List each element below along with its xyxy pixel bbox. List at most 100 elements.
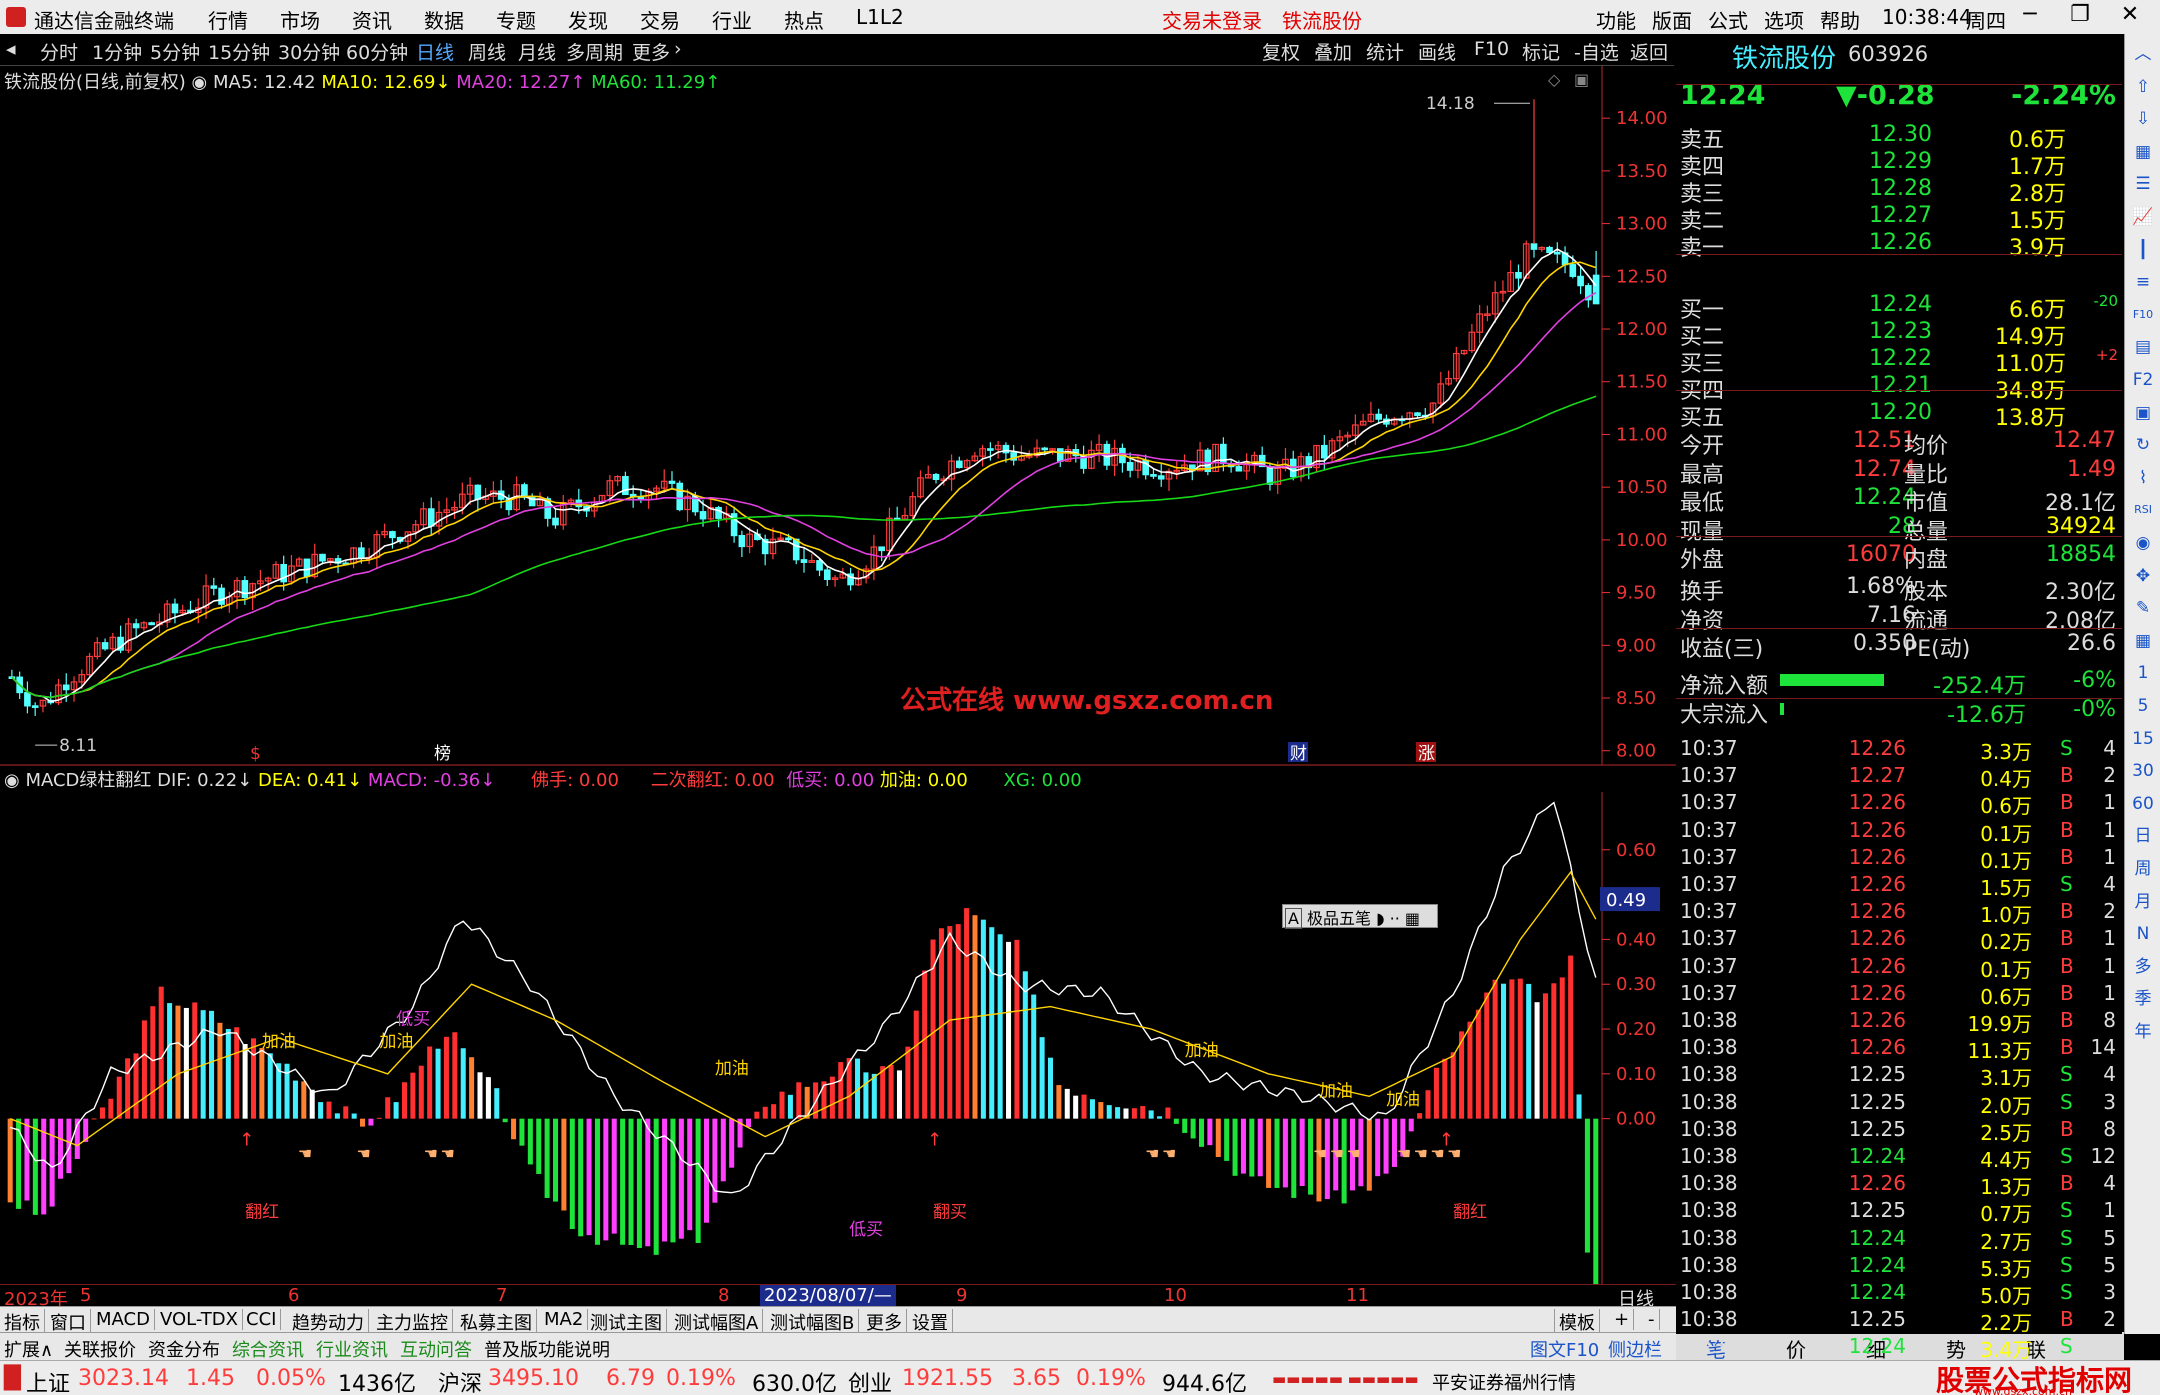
menu-item[interactable]: 行情 [208, 5, 248, 34]
period-27-button[interactable]: N [2131, 922, 2155, 946]
menu-item[interactable]: 资讯 [352, 5, 392, 34]
macd-chart[interactable]: 0.600.400.300.200.100.000.49低买加油 加油加油加油加油… [0, 792, 1676, 1284]
info-tab[interactable]: 普及版功能说明 [480, 1336, 614, 1362]
order-book-sell-row[interactable]: 卖四 12.29 1.7万 [1676, 149, 2122, 180]
info-tab[interactable]: 关联报价 [60, 1336, 140, 1362]
period-30-button[interactable]: 年 [2131, 1020, 2155, 1044]
info-tab[interactable]: 资金分布 [144, 1336, 224, 1362]
period-21-button[interactable]: 15 [2131, 727, 2155, 751]
up-icon[interactable]: ⇧ [2131, 75, 2155, 99]
indicator-tab[interactable]: CCI [242, 1309, 282, 1330]
menu-item[interactable]: 版面 [1652, 5, 1692, 34]
period-tab[interactable]: 15分钟 [208, 38, 270, 65]
menu-item[interactable]: 市场 [280, 5, 320, 34]
chevron-up-icon[interactable]: ︿ [2131, 42, 2155, 66]
order-book-sell-row[interactable]: 卖五 12.30 0.6万 [1676, 122, 2122, 153]
settings-icon[interactable]: ◉ [4, 770, 20, 791]
collapse-icon[interactable]: ◂ [6, 38, 16, 60]
list-icon[interactable]: ☰ [2131, 172, 2155, 196]
period-26-button[interactable]: 月 [2131, 890, 2155, 914]
menu-item[interactable]: 专题 [496, 5, 536, 34]
candle-icon[interactable]: ┃ [2131, 238, 2155, 262]
minimize-icon[interactable]: ─ [2010, 2, 2050, 27]
period-tab-more[interactable]: 更多 [632, 38, 670, 65]
info-tab[interactable]: 扩展∧ [0, 1336, 57, 1362]
menu-item[interactable]: 发现 [568, 5, 608, 34]
f10-link[interactable]: 图文F10 [1526, 1336, 1603, 1362]
order-book-buy-row[interactable]: 买一 12.24 6.6万 -20 [1676, 292, 2122, 323]
cube-icon[interactable]: ▣ [2131, 401, 2155, 425]
grid-icon[interactable]: ▦ [2131, 140, 2155, 164]
chart2-icon[interactable]: ⌇ [2131, 466, 2155, 490]
info-tab[interactable]: 互动问答 [396, 1336, 476, 1362]
toolbar-action[interactable]: 标记 [1522, 38, 1560, 65]
trade-login-notice[interactable]: 交易未登录 [1162, 5, 1262, 34]
order-book-buy-row[interactable]: 买四 12.21 34.8万 [1676, 373, 2122, 404]
stock-tab[interactable]: 铁流股份 [1282, 5, 1362, 34]
rsi-icon[interactable]: RSI [2131, 498, 2155, 522]
rotate-icon[interactable]: ↻ [2131, 433, 2155, 457]
zoom-in-icon[interactable]: + [1610, 1309, 1635, 1330]
period-29-button[interactable]: 季 [2131, 987, 2155, 1011]
menu-item[interactable]: 热点 [784, 5, 824, 34]
period-25-button[interactable]: 周 [2131, 857, 2155, 881]
period-tab-selected[interactable]: 日线 [416, 38, 454, 65]
period-28-button[interactable]: 多 [2131, 955, 2155, 979]
toolbar-action[interactable]: 叠加 [1314, 38, 1352, 65]
chart-icon[interactable]: 📈 [2131, 205, 2155, 229]
period-24-button[interactable]: 日 [2131, 824, 2155, 848]
menu-item[interactable]: 数据 [424, 5, 464, 34]
period-tab[interactable]: 30分钟 [278, 38, 340, 65]
toolbar-action[interactable]: F10 [1474, 38, 1509, 60]
menu-item[interactable]: 选项 [1764, 5, 1804, 34]
order-book-buy-row[interactable]: 买二 12.23 14.9万 [1676, 319, 2122, 350]
down-icon[interactable]: ⇩ [2131, 107, 2155, 131]
f2-icon[interactable]: F2 [2131, 368, 2155, 392]
ime-toolbar[interactable]: A 极品五笔 ◗ ·· ▦ [1282, 904, 1438, 929]
menu-item[interactable]: L1L2 [856, 5, 904, 29]
order-book-sell-row[interactable]: 卖二 12.27 1.5万 [1676, 203, 2122, 234]
order-book-sell-row[interactable]: 卖一 12.26 3.9万 [1676, 230, 2122, 261]
menu-item[interactable]: 帮助 [1820, 5, 1860, 34]
toolbar-action[interactable]: 复权 [1262, 38, 1300, 65]
period-tab[interactable]: 分时 [40, 38, 78, 65]
period-tab[interactable]: 月线 [518, 38, 556, 65]
period-20-button[interactable]: 5 [2131, 694, 2155, 718]
menu-item[interactable]: 行业 [712, 5, 752, 34]
close-icon[interactable]: ✕ [2110, 2, 2150, 27]
period-23-button[interactable]: 60 [2131, 792, 2155, 816]
menu-item[interactable]: 交易 [640, 5, 680, 34]
pen-icon[interactable]: ✎ [2131, 596, 2155, 620]
toolbar-action[interactable]: 返回 [1630, 38, 1668, 65]
candlestick-chart[interactable]: 14.00 13.50 13.00 12.50 12.00 11.50 11.00 10.50… [0, 66, 1676, 766]
period-tab[interactable]: 5分钟 [150, 38, 200, 65]
info-tab[interactable]: 综合资讯 [228, 1336, 308, 1362]
quote-icon[interactable]: ▤ [2131, 335, 2155, 359]
restore-icon[interactable]: ❐ [2060, 2, 2100, 27]
order-book-buy-row[interactable]: 买五 12.20 13.8万 [1676, 400, 2122, 431]
menu-item[interactable]: 功能 [1596, 5, 1636, 34]
indicator-tab[interactable]: VOL-TDX [156, 1309, 243, 1330]
info-tab[interactable]: 行业资讯 [312, 1336, 392, 1362]
index-name[interactable]: 上证 [26, 1366, 70, 1395]
indicator-tab[interactable]: MA2 [540, 1309, 589, 1330]
move-icon[interactable]: ✥ [2131, 564, 2155, 588]
indicator-tab[interactable]: MACD [92, 1309, 155, 1330]
index-name[interactable]: 创业 [848, 1366, 892, 1395]
period-tab[interactable]: 多周期 [566, 38, 623, 65]
zoom-out-icon[interactable]: - [1644, 1309, 1660, 1330]
f10-icon[interactable]: F10 [2131, 303, 2155, 327]
period-tab[interactable]: 60分钟 [346, 38, 408, 65]
grid2-icon[interactable]: ▦ [2131, 629, 2155, 653]
globe-icon[interactable]: ◉ [2131, 531, 2155, 555]
index-name[interactable]: 沪深 [438, 1366, 482, 1395]
period-tab[interactable]: 1分钟 [92, 38, 142, 65]
toolbar-action[interactable]: 画线 [1418, 38, 1456, 65]
period-19-button[interactable]: 1 [2131, 661, 2155, 685]
menu-item[interactable]: 公式 [1708, 5, 1748, 34]
period-22-button[interactable]: 30 [2131, 759, 2155, 783]
period-tab[interactable]: 周线 [468, 38, 506, 65]
order-book-buy-row[interactable]: 买三 12.22 11.0万 +2 [1676, 346, 2122, 377]
toolbar-action[interactable]: 统计 [1366, 38, 1404, 65]
order-book-sell-row[interactable]: 卖三 12.28 2.8万 [1676, 176, 2122, 207]
